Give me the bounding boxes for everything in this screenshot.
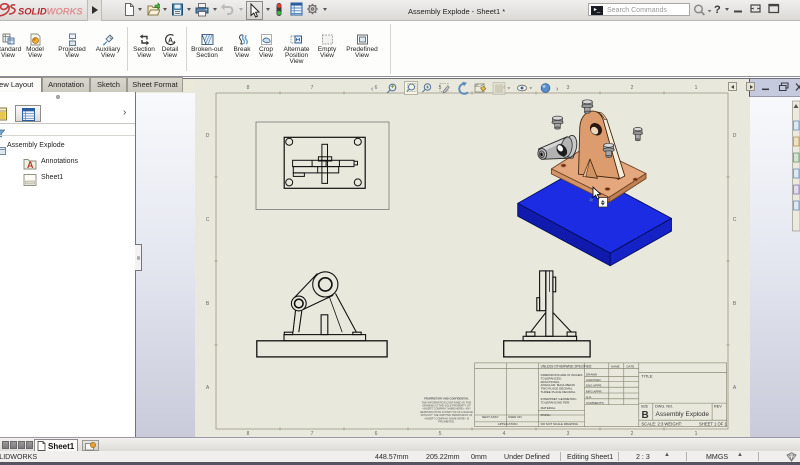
svg-text:DRAWN: DRAWN: [586, 373, 597, 377]
svg-text:REV: REV: [714, 405, 722, 409]
svg-text:›: ›: [556, 86, 559, 93]
svg-text:TITLE:: TITLE:: [641, 374, 653, 379]
svg-text:SCALE: 2:3 WEIGHT:: SCALE: 2:3 WEIGHT:: [641, 422, 682, 427]
svg-text:B: B: [733, 301, 737, 307]
svg-text:D: D: [206, 133, 210, 139]
svg-text:UNLESS OTHERWISE SPECIFIED:: UNLESS OTHERWISE SPECIFIED:: [541, 364, 593, 368]
svg-text:PROHIBITED.: PROHIBITED.: [438, 420, 455, 424]
svg-text:COMMENTS:: COMMENTS:: [586, 401, 604, 405]
svg-text:MATERIAL: MATERIAL: [541, 406, 556, 410]
svg-text:Assembly Explode: Assembly Explode: [656, 411, 710, 418]
svg-text:DO NOT SCALE DRAWING: DO NOT SCALE DRAWING: [541, 422, 579, 426]
svg-text:ENG APPR.: ENG APPR.: [586, 384, 602, 388]
svg-text:2: 2: [631, 85, 634, 91]
svg-text:1: 1: [695, 85, 698, 91]
svg-text:SHEET 1 OF 1: SHEET 1 OF 1: [699, 422, 728, 427]
svg-text:8: 8: [247, 85, 250, 91]
svg-text:A: A: [733, 385, 737, 391]
svg-text:NEXT ASSY: NEXT ASSY: [482, 415, 499, 419]
svg-text:TOLERANCING PER:: TOLERANCING PER:: [541, 400, 571, 404]
svg-text:B: B: [642, 410, 649, 421]
svg-text:FINISH: FINISH: [541, 413, 551, 417]
svg-text:‹: ‹: [371, 86, 374, 93]
svg-text:DWG. NO.: DWG. NO.: [655, 405, 673, 409]
svg-text:SOLIDWORKS: SOLIDWORKS: [18, 6, 83, 17]
svg-text:6: 6: [375, 85, 378, 91]
svg-text:A: A: [206, 385, 210, 391]
svg-text:7: 7: [311, 85, 314, 91]
svg-text:NAME: NAME: [611, 365, 620, 369]
svg-text:PROPRIETARY AND CONFIDENTIAL: PROPRIETARY AND CONFIDENTIAL: [424, 397, 469, 401]
svg-text:3: 3: [567, 85, 570, 91]
svg-text:A: A: [27, 160, 34, 170]
svg-text:SIZE: SIZE: [641, 404, 648, 408]
svg-text:MFG APPR.: MFG APPR.: [586, 389, 603, 393]
svg-text:APPLICATION: APPLICATION: [498, 422, 518, 426]
svg-text:A: A: [168, 38, 173, 45]
svg-text:THREE PLACE DECIMAL: THREE PLACE DECIMAL: [541, 390, 576, 394]
svg-text:Q.A.: Q.A.: [586, 395, 592, 399]
svg-text:C: C: [206, 217, 210, 223]
svg-text:B: B: [206, 301, 210, 307]
svg-text:CHECKED: CHECKED: [586, 378, 602, 382]
svg-text:USED ON: USED ON: [508, 415, 522, 419]
svg-text:D: D: [733, 133, 737, 139]
svg-text:DATE: DATE: [627, 365, 635, 369]
svg-text:C: C: [733, 217, 737, 223]
